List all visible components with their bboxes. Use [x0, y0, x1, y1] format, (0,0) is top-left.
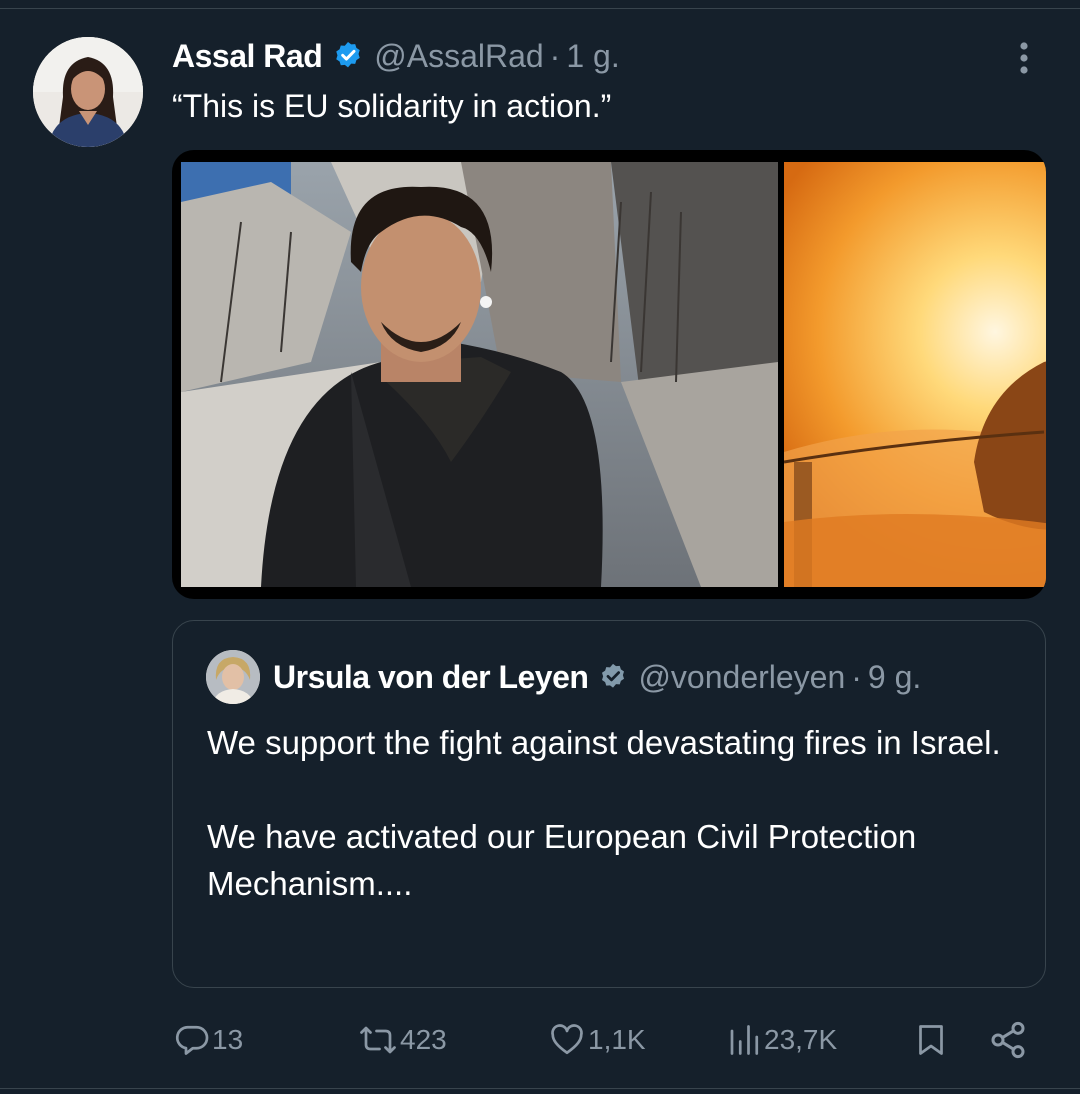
- share-button[interactable]: [986, 1010, 1028, 1070]
- action-bar: 13 423 1,1K 23,7K: [0, 1010, 1080, 1070]
- tweet-text: “This is EU solidarity in action.”: [172, 88, 612, 124]
- separator-dot: ·: [851, 658, 862, 695]
- author-handle[interactable]: @AssalRad: [374, 38, 543, 75]
- quoted-header: Ursula von der Leyen @vonderleyen · 9 g.: [273, 657, 921, 697]
- media-photo-man-in-rubble[interactable]: [181, 162, 778, 587]
- quoted-time[interactable]: 9 g.: [868, 659, 921, 696]
- share-icon: [988, 1020, 1028, 1060]
- top-divider: [0, 8, 1080, 9]
- bookmark-icon: [913, 1022, 949, 1058]
- like-button[interactable]: 1,1K: [546, 1010, 646, 1070]
- repost-button[interactable]: 423: [356, 1010, 447, 1070]
- bookmark-button[interactable]: [911, 1010, 949, 1070]
- quoted-author-name[interactable]: Ursula von der Leyen: [273, 659, 589, 696]
- repost-icon: [358, 1022, 398, 1058]
- author-avatar[interactable]: [33, 37, 143, 147]
- reply-count: 13: [212, 1024, 244, 1055]
- verified-icon: [332, 40, 364, 72]
- tweet-time[interactable]: 1 g.: [566, 38, 619, 75]
- reply-button[interactable]: 13: [172, 1010, 243, 1070]
- author-name[interactable]: Assal Rad: [172, 38, 323, 75]
- quoted-author-avatar[interactable]: [206, 650, 260, 704]
- views-icon: [726, 1022, 762, 1058]
- views-count: 23,7K: [764, 1024, 838, 1055]
- quoted-tweet[interactable]: Ursula von der Leyen @vonderleyen · 9 g.…: [172, 620, 1046, 988]
- views-button[interactable]: 23,7K: [724, 1010, 837, 1070]
- more-icon[interactable]: [1004, 38, 1044, 78]
- quoted-author-handle[interactable]: @vonderleyen: [638, 659, 845, 696]
- quoted-paragraph: We have activated our European Civil Pro…: [207, 818, 917, 902]
- tweet-header: Assal Rad @AssalRad · 1 g.: [172, 36, 620, 76]
- media-photo-fire[interactable]: [784, 162, 1046, 587]
- verified-icon: [598, 662, 628, 692]
- quoted-text: We support the fight against devastating…: [207, 719, 1017, 907]
- like-count: 1,1K: [588, 1024, 646, 1055]
- reply-icon: [174, 1022, 210, 1058]
- tweet-media[interactable]: [172, 150, 1046, 599]
- bottom-divider: [0, 1088, 1080, 1089]
- like-icon: [548, 1022, 586, 1058]
- quoted-paragraph: We support the fight against devastating…: [207, 724, 1001, 761]
- separator-dot: ·: [549, 37, 561, 74]
- repost-count: 423: [400, 1024, 447, 1055]
